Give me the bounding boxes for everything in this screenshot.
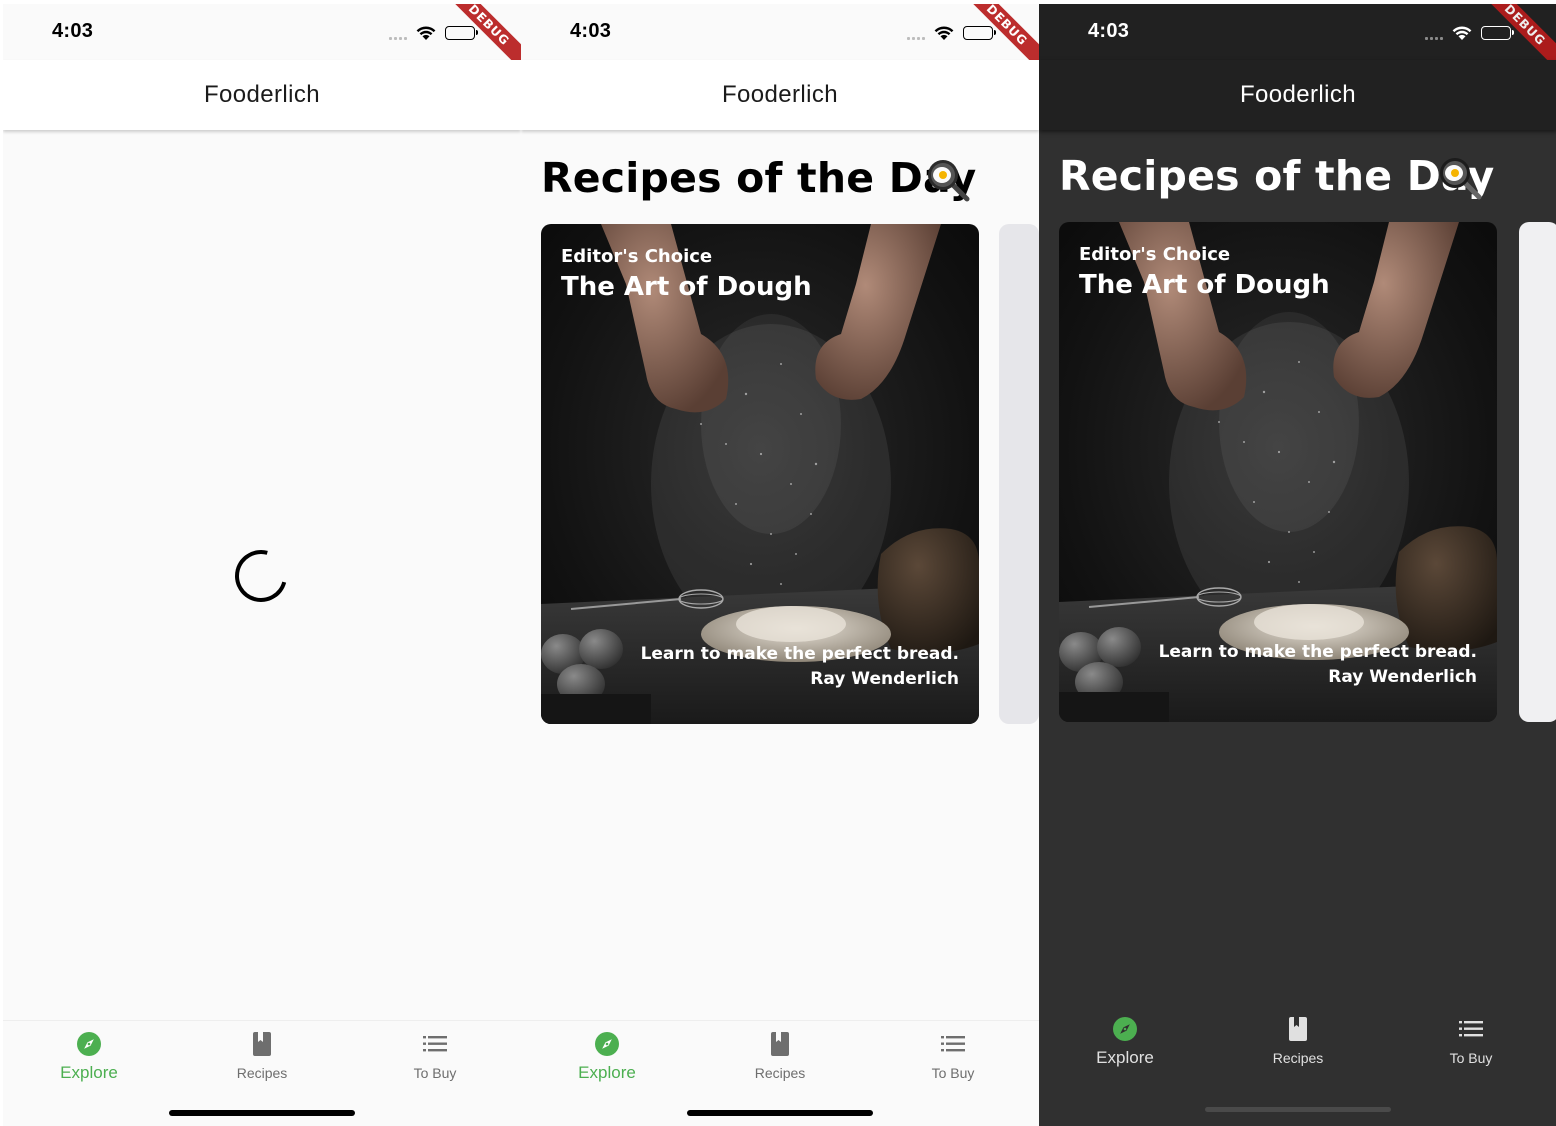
nav-label-recipes: Recipes	[1272, 1050, 1324, 1066]
battery-icon	[445, 26, 478, 40]
frying-pan-icon	[928, 160, 970, 202]
status-time: 4:03	[570, 20, 612, 42]
nav-label-explore: Explore	[578, 1063, 636, 1082]
phone-screen-dark: 4:03 DEBUG Fooderlich Recipes of the Day	[1039, 4, 1556, 1126]
frying-pan-icon	[1440, 158, 1482, 200]
card-author: Ray Wenderlich	[810, 669, 959, 689]
signal-dots-icon	[907, 36, 925, 40]
nav-item-explore[interactable]: Explore	[3, 1031, 175, 1083]
card-description: Learn to make the perfect bread.	[1158, 642, 1477, 662]
home-indicator[interactable]	[687, 1110, 873, 1116]
nav-item-explore[interactable]: Explore	[521, 1031, 693, 1083]
status-bar: 4:03	[1039, 4, 1556, 60]
nav-label-recipes: Recipes	[754, 1065, 806, 1081]
section-title: Recipes of the Day	[541, 154, 977, 202]
nav-item-to-buy[interactable]: To Buy	[867, 1031, 1039, 1081]
status-bar: 4:03	[3, 4, 521, 60]
wifi-icon	[416, 26, 436, 40]
nav-label-explore: Explore	[1096, 1048, 1154, 1067]
nav-label-to-buy: To Buy	[1449, 1050, 1493, 1066]
status-icons	[1425, 24, 1514, 42]
next-recipe-card-peek[interactable]	[999, 224, 1039, 724]
bottom-navigation-bar: Explore Recipes To Buy	[3, 1020, 521, 1126]
list-icon	[941, 1036, 965, 1052]
recipe-card[interactable]: Editor's Choice The Art of Dough Learn t…	[541, 224, 979, 724]
status-icons	[389, 24, 478, 42]
nav-label-to-buy: To Buy	[413, 1065, 457, 1081]
app-bar-title: Fooderlich	[721, 81, 839, 108]
status-bar: 4:03	[521, 4, 1039, 60]
battery-icon	[963, 26, 996, 40]
compass-icon	[1113, 1017, 1137, 1041]
bottom-navigation-bar: Explore Recipes To Buy	[1039, 1017, 1556, 1126]
status-time: 4:03	[1088, 20, 1130, 42]
battery-icon	[1481, 26, 1514, 40]
card-title: The Art of Dough	[1079, 270, 1330, 300]
nav-item-to-buy[interactable]: To Buy	[349, 1031, 521, 1081]
compass-icon	[77, 1032, 101, 1056]
wifi-icon	[1452, 26, 1472, 40]
signal-dots-icon	[1425, 36, 1443, 40]
loading-spinner	[225, 540, 297, 612]
list-icon	[1459, 1021, 1483, 1037]
nav-item-to-buy[interactable]: To Buy	[1385, 1016, 1556, 1066]
home-indicator[interactable]	[169, 1110, 355, 1116]
nav-item-recipes[interactable]: Recipes	[694, 1031, 866, 1081]
wifi-icon	[934, 26, 954, 40]
book-icon	[1289, 1017, 1307, 1041]
card-author: Ray Wenderlich	[1328, 667, 1477, 687]
nav-item-recipes[interactable]: Recipes	[176, 1031, 348, 1081]
app-bar: Fooderlich	[521, 60, 1039, 130]
recipe-card[interactable]: Editor's Choice The Art of Dough Learn t…	[1059, 222, 1497, 722]
card-subtitle: Editor's Choice	[561, 246, 713, 267]
app-bar: Fooderlich	[3, 60, 521, 130]
nav-label-to-buy: To Buy	[931, 1065, 975, 1081]
signal-dots-icon	[389, 36, 407, 40]
nav-label-recipes: Recipes	[236, 1065, 288, 1081]
app-bar-title: Fooderlich	[1239, 81, 1357, 108]
list-icon	[423, 1036, 447, 1052]
bottom-navigation-bar: Explore Recipes To Buy	[521, 1020, 1039, 1126]
status-time: 4:03	[52, 20, 94, 42]
status-icons	[907, 24, 996, 42]
nav-item-recipes[interactable]: Recipes	[1212, 1016, 1384, 1066]
book-icon	[771, 1032, 789, 1056]
book-icon	[253, 1032, 271, 1056]
nav-item-explore[interactable]: Explore	[1039, 1016, 1211, 1068]
home-indicator[interactable]	[1205, 1107, 1391, 1112]
card-title: The Art of Dough	[561, 272, 812, 302]
phone-screen-light: 4:03 DEBUG Fooderlich Recipes of the Day	[521, 4, 1039, 1126]
app-bar: Fooderlich	[1039, 60, 1556, 130]
phone-screen-loading: 4:03 DEBUG Fooderlich Explore Recipes To…	[3, 4, 521, 1126]
next-recipe-card-peek[interactable]	[1519, 222, 1556, 722]
app-bar-title: Fooderlich	[203, 81, 321, 108]
card-subtitle: Editor's Choice	[1079, 244, 1231, 265]
card-description: Learn to make the perfect bread.	[640, 644, 959, 664]
nav-label-explore: Explore	[60, 1063, 118, 1082]
compass-icon	[595, 1032, 619, 1056]
section-title: Recipes of the Day	[1059, 152, 1495, 200]
